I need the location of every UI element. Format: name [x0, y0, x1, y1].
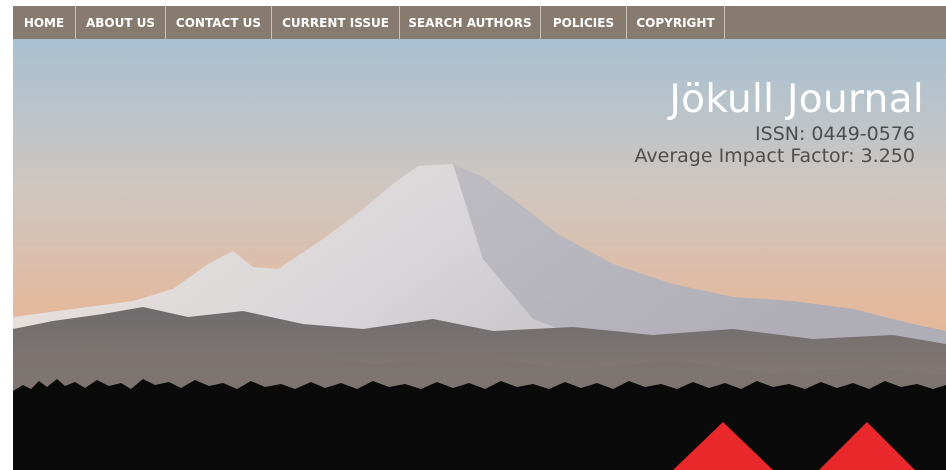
nav-policies[interactable]: POLICIES	[541, 6, 627, 39]
nav-contact-us[interactable]: CONTACT US	[166, 6, 272, 39]
nav-current-issue[interactable]: CURRENT ISSUE	[272, 6, 400, 39]
nav-copyright[interactable]: COPYRIGHT	[627, 6, 725, 39]
nav-search-authors[interactable]: SEARCH AUTHORS	[400, 6, 541, 39]
issn-text: ISSN: 0449-0576	[755, 123, 915, 145]
main-nav: HOME ABOUT US CONTACT US CURRENT ISSUE S…	[13, 6, 946, 39]
nav-about-us[interactable]: ABOUT US	[76, 6, 166, 39]
nav-home[interactable]: HOME	[13, 6, 76, 39]
impact-factor-text: Average Impact Factor: 3.250	[634, 145, 915, 167]
title-block: Jökull Journal ISSN: 0449-0576 Average I…	[635, 77, 924, 167]
page: HOME ABOUT US CONTACT US CURRENT ISSUE S…	[13, 6, 946, 470]
site-title: Jökull Journal	[669, 77, 924, 122]
hero-banner: Jökull Journal ISSN: 0449-0576 Average I…	[13, 39, 946, 470]
